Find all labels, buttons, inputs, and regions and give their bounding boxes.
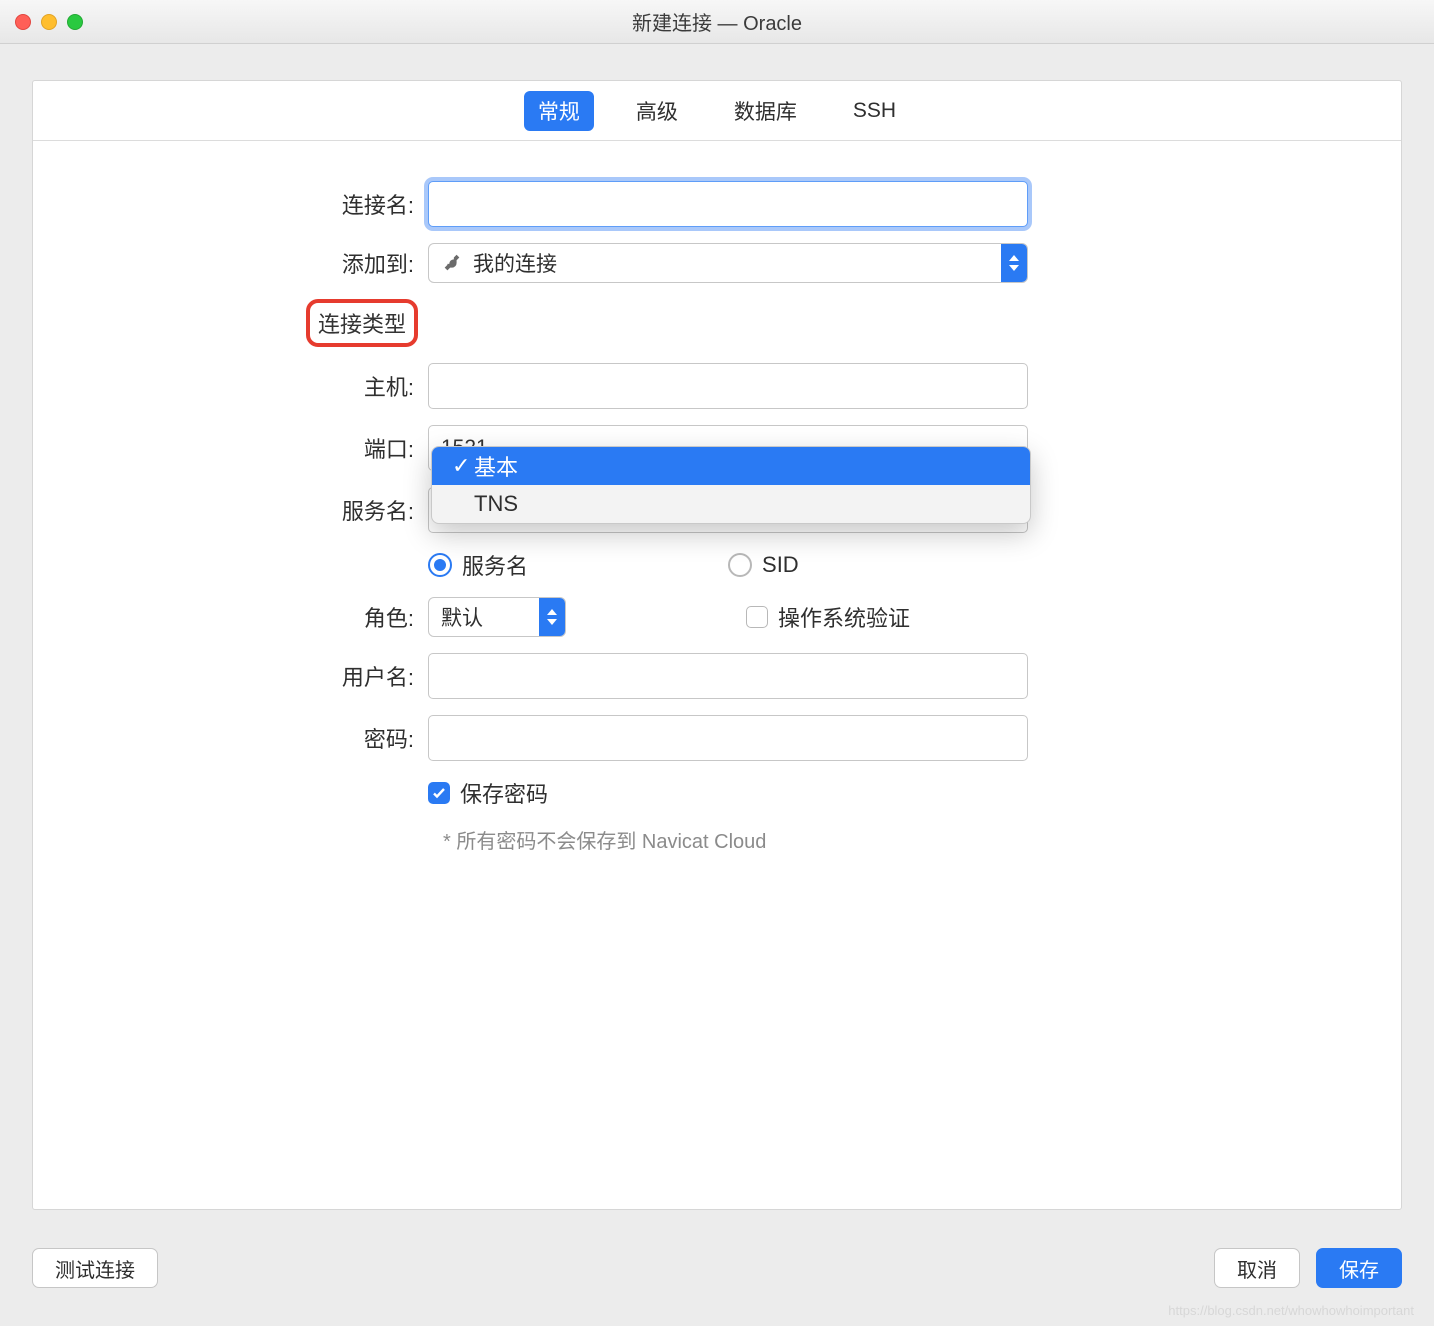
save-password-label: 保存密码: [460, 777, 548, 809]
radio-service-name-label: 服务名: [462, 549, 528, 581]
conn-type-option-tns[interactable]: TNS: [432, 485, 1030, 523]
watermark: https://blog.csdn.net/whowhowhoimportant: [1168, 1303, 1414, 1318]
test-connection-button[interactable]: 测试连接: [32, 1248, 158, 1288]
checkbox-indicator-on: [428, 782, 450, 804]
label-port: 端口:: [33, 432, 428, 464]
tabbar: 常规 高级 数据库 SSH: [33, 81, 1401, 141]
save-password-checkbox[interactable]: 保存密码: [428, 777, 548, 809]
plug-icon: [441, 252, 463, 274]
role-select[interactable]: 默认: [428, 597, 566, 637]
option-basic-label: 基本: [474, 450, 518, 482]
main-panel: 常规 高级 数据库 SSH 连接名: 添加到: 我的连接: [32, 80, 1402, 1210]
stepper-icon: [539, 598, 565, 636]
password-hint: * 所有密码不会保存到 Navicat Cloud: [443, 825, 1401, 854]
tab-general[interactable]: 常规: [524, 91, 594, 131]
window-title: 新建连接 — Oracle: [0, 7, 1434, 36]
label-conn-name: 连接名:: [33, 188, 428, 220]
add-to-select[interactable]: 我的连接: [428, 243, 1028, 283]
titlebar: 新建连接 — Oracle: [0, 0, 1434, 44]
radio-indicator-off: [728, 553, 752, 577]
option-tns-label: TNS: [474, 491, 518, 517]
password-input[interactable]: [428, 715, 1028, 761]
radio-sid-label: SID: [762, 552, 799, 578]
footer: 测试连接 取消 保存: [32, 1248, 1402, 1288]
username-input[interactable]: [428, 653, 1028, 699]
label-service-name: 服务名:: [33, 494, 428, 526]
stepper-icon: [1001, 244, 1027, 282]
os-auth-checkbox[interactable]: 操作系统验证: [746, 601, 910, 633]
os-auth-label: 操作系统验证: [778, 601, 910, 633]
label-host: 主机:: [33, 370, 428, 402]
conn-name-input[interactable]: [428, 181, 1028, 227]
tab-advanced[interactable]: 高级: [622, 91, 692, 131]
cancel-button[interactable]: 取消: [1214, 1248, 1300, 1288]
label-add-to: 添加到:: [33, 247, 428, 279]
label-password: 密码:: [33, 722, 428, 754]
host-input[interactable]: [428, 363, 1028, 409]
role-value: 默认: [441, 602, 483, 632]
tab-database[interactable]: 数据库: [720, 91, 811, 131]
conn-type-dropdown: ✓ 基本 TNS: [431, 446, 1031, 524]
conn-type-option-basic[interactable]: ✓ 基本: [432, 447, 1030, 485]
label-conn-type: 连接类型: [306, 299, 418, 347]
form: 连接名: 添加到: 我的连接 连接类型: [33, 141, 1401, 854]
label-conn-type-wrap: 连接类型: [33, 299, 428, 347]
check-icon: ✓: [452, 453, 474, 479]
service-sid-group: 服务名 SID: [428, 549, 1028, 581]
add-to-value: 我的连接: [473, 248, 557, 278]
save-button[interactable]: 保存: [1316, 1248, 1402, 1288]
radio-service-name[interactable]: 服务名: [428, 549, 528, 581]
label-role: 角色:: [33, 601, 428, 633]
checkbox-indicator-off: [746, 606, 768, 628]
radio-indicator-on: [428, 553, 452, 577]
label-username: 用户名:: [33, 660, 428, 692]
radio-sid[interactable]: SID: [728, 552, 799, 578]
tab-ssh[interactable]: SSH: [839, 94, 910, 128]
